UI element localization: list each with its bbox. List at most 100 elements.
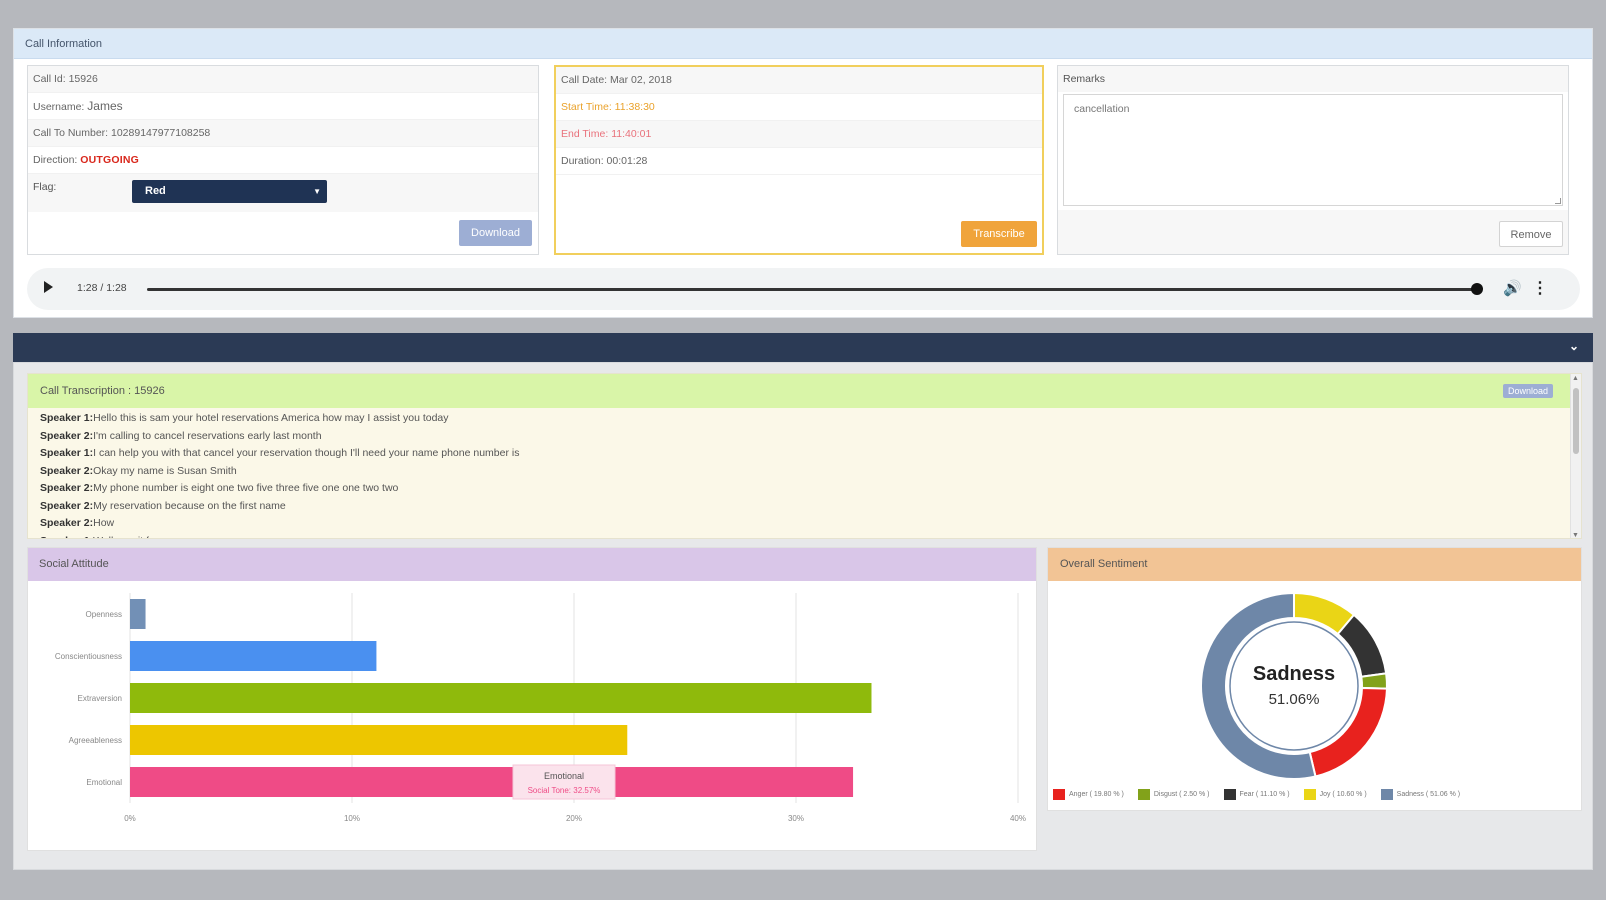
x-tick-label: 20% <box>566 814 582 823</box>
legend-item: Anger ( 19.80 % ) <box>1053 789 1124 800</box>
donut-inner-ring <box>1229 621 1359 751</box>
legend-swatch <box>1053 789 1065 800</box>
call-details-panel: Call Id: 15926 Username: James Call To N… <box>27 65 539 255</box>
section-collapse-bar[interactable]: ⌄ <box>13 333 1593 362</box>
scroll-up-icon[interactable]: ▲ <box>1572 375 1579 382</box>
sentiment-legend: Anger ( 19.80 % ) Disgust ( 2.50 % ) Fear … <box>1053 789 1578 800</box>
y-category-label: Conscientiousness <box>55 652 122 661</box>
player-time: 1:28 / 1:28 <box>77 282 127 294</box>
remarks-footer <box>1058 210 1568 254</box>
social-attitude-card: Social Attitude 0% 10% 20% 30% 40% Openness Co… <box>27 547 1037 851</box>
legend-swatch <box>1380 789 1393 800</box>
bar-agreeableness <box>130 725 628 755</box>
player-progress-track[interactable] <box>147 288 1477 291</box>
tooltip-title: Emotional <box>544 771 584 781</box>
chevron-down-icon[interactable]: ⌄ <box>1569 339 1579 353</box>
scroll-down-icon[interactable]: ▼ <box>1572 532 1579 538</box>
call-information-header: Call Information <box>14 29 1592 59</box>
transcript-speaker: Speaker 2: <box>40 517 94 529</box>
legend-item: Sadness ( 51.06 % ) <box>1380 789 1461 800</box>
flag-select-value: Red <box>145 185 166 197</box>
transcript-line: Speaker 2:I'm calling to cancel reservat… <box>40 428 1569 446</box>
scrollbar-thumb[interactable] <box>1573 388 1579 454</box>
transcript-text: Well was it for <box>93 535 158 539</box>
transcript-speaker: Speaker 2: <box>40 464 94 477</box>
call-date: Call Date: Mar 02, 2018 <box>556 67 1042 94</box>
donut-center-value: 51.06% <box>1269 691 1320 708</box>
direction-value: OUTGOING <box>80 154 140 166</box>
transcription-scrollbar[interactable]: ▲ ▼ <box>1570 374 1581 538</box>
transcript-text: I'm calling to cancel reservations early… <box>93 429 322 442</box>
direction-label: Direction: <box>33 154 78 166</box>
donut-slice-sadness <box>1200 591 1317 780</box>
legend-label: Disgust ( 2.50 % ) <box>1153 791 1210 798</box>
social-attitude-chart: 0% 10% 20% 30% 40% Openness Conscientiousness E… <box>55 593 1026 823</box>
legend-item: Fear ( 11.10 % ) <box>1223 789 1290 800</box>
transcription-download-button[interactable]: Download <box>1503 384 1553 398</box>
x-tick-label: 30% <box>788 814 804 823</box>
volume-icon[interactable]: 🔊 <box>1503 279 1522 297</box>
audio-player: 1:28 / 1:28 🔊 ⋮ <box>27 268 1580 310</box>
transcript-text: Hello this is sam your hotel reservation… <box>93 412 449 424</box>
remarks-text: cancellation <box>1074 103 1130 115</box>
transcript-text: My reservation because on the first name <box>93 499 286 512</box>
transcript-text: I can help you with that cancel your res… <box>93 447 520 459</box>
transcript-text: How <box>93 517 115 529</box>
call-to-number: Call To Number: 10289147977108258 <box>28 120 538 147</box>
transcript-line: Speaker 1:Well was it for <box>40 533 1569 539</box>
transcript-text: Okay my name is Susan Smith <box>93 464 237 477</box>
legend-label: Sadness ( 51.06 % ) <box>1396 791 1461 798</box>
overall-sentiment-header: Overall Sentiment <box>1048 548 1581 581</box>
bar-emotional <box>130 767 854 797</box>
transcript-line: Speaker 1:Hello this is sam your hotel r… <box>40 410 1569 428</box>
transcript-line: Speaker 2:How <box>40 515 1569 533</box>
x-tick-label: 10% <box>344 814 360 823</box>
donut-center-title: Sadness <box>1253 663 1335 685</box>
remarks-textarea[interactable]: cancellation <box>1063 94 1563 206</box>
donut-slice-disgust <box>1360 672 1388 690</box>
transcript-text: My phone number is eight one two five th… <box>93 482 399 494</box>
transcript-speaker: Speaker 2: <box>40 482 94 494</box>
overall-sentiment-chart: Sadness 51.06% <box>1200 591 1388 780</box>
call-transcription-card: Call Transcription : 15926 Download Spea… <box>27 373 1582 539</box>
start-time: Start Time: 11:38:30 <box>556 94 1042 121</box>
play-icon[interactable] <box>44 281 53 293</box>
transcribe-button[interactable]: Transcribe <box>961 221 1037 247</box>
y-category-label: Emotional <box>86 778 122 787</box>
y-category-label: Openness <box>86 610 122 619</box>
legend-item: Disgust ( 2.50 % ) <box>1137 789 1210 800</box>
bar-openness <box>130 599 146 629</box>
download-button[interactable]: Download <box>459 220 532 246</box>
tooltip-value: Social Tone: 32.57% <box>528 786 601 795</box>
legend-label: Anger ( 19.80 % ) <box>1069 791 1124 798</box>
flag-row: Flag: Red ▼ <box>28 174 538 212</box>
player-progress-knob[interactable] <box>1471 283 1483 295</box>
transcript-line: Speaker 2:Okay my name is Susan Smith <box>40 463 1569 481</box>
legend-label: Joy ( 10.60 % ) <box>1319 791 1367 798</box>
transcription-body: Speaker 1: Hello this is sam your hotel r… <box>28 408 1581 539</box>
overall-sentiment-card: Overall Sentiment Sadness 51.06% Anger ( … <box>1047 547 1582 811</box>
flag-select[interactable]: Red ▼ <box>132 180 327 203</box>
bar-conscientiousness <box>130 641 377 671</box>
donut-slice-anger <box>1308 686 1388 778</box>
more-vertical-icon[interactable]: ⋮ <box>1532 278 1548 298</box>
caret-down-icon: ▼ <box>313 187 321 196</box>
x-tick-label: 0% <box>124 814 136 823</box>
call-transcription-header: Call Transcription : 15926 Download <box>28 374 1581 408</box>
social-attitude-header: Social Attitude <box>28 548 1036 581</box>
username-row: Username: James <box>28 93 538 120</box>
transcript-speaker: Speaker 1: <box>40 535 93 539</box>
legend-swatch <box>1223 789 1236 800</box>
remove-button[interactable]: Remove <box>1499 221 1563 247</box>
flag-label: Flag: <box>33 181 57 193</box>
remarks-panel: Remarks cancellation Remove <box>1057 65 1569 255</box>
y-category-label: Agreeableness <box>69 736 122 745</box>
x-tick-label: 40% <box>1010 814 1026 823</box>
transcript-line: Speaker 1:I can help you with that cance… <box>40 445 1569 463</box>
donut-slice-fear <box>1336 613 1388 678</box>
legend-swatch <box>1303 789 1316 800</box>
analysis-content: Call Transcription : 15926 Download Spea… <box>13 362 1593 870</box>
duration: Duration: 00:01:28 <box>556 148 1042 175</box>
y-category-label: Extraversion <box>78 694 122 703</box>
resize-grip-icon[interactable] <box>1555 198 1561 204</box>
